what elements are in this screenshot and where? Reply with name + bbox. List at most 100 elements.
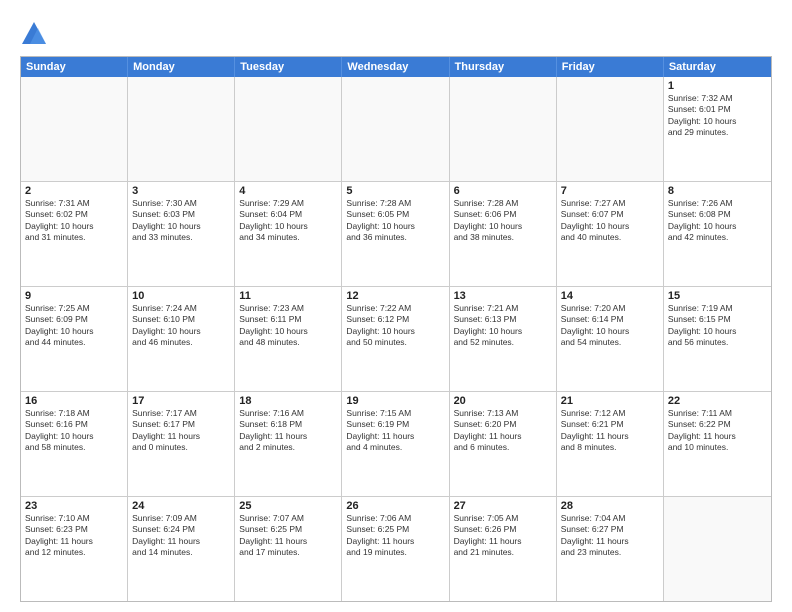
day-number: 23 [25,500,123,512]
day-info: Sunrise: 7:20 AM Sunset: 6:14 PM Dayligh… [561,303,659,349]
day-number: 20 [454,395,552,407]
day-info: Sunrise: 7:17 AM Sunset: 6:17 PM Dayligh… [132,408,230,454]
day-number: 14 [561,290,659,302]
logo-icon [20,20,48,48]
day-info: Sunrise: 7:32 AM Sunset: 6:01 PM Dayligh… [668,93,767,139]
day-info: Sunrise: 7:18 AM Sunset: 6:16 PM Dayligh… [25,408,123,454]
day-cell-6: 6Sunrise: 7:28 AM Sunset: 6:06 PM Daylig… [450,182,557,286]
day-number: 8 [668,185,767,197]
day-cell-10: 10Sunrise: 7:24 AM Sunset: 6:10 PM Dayli… [128,287,235,391]
day-cell-11: 11Sunrise: 7:23 AM Sunset: 6:11 PM Dayli… [235,287,342,391]
day-info: Sunrise: 7:15 AM Sunset: 6:19 PM Dayligh… [346,408,444,454]
day-info: Sunrise: 7:28 AM Sunset: 6:05 PM Dayligh… [346,198,444,244]
day-number: 15 [668,290,767,302]
day-number: 2 [25,185,123,197]
day-cell-25: 25Sunrise: 7:07 AM Sunset: 6:25 PM Dayli… [235,497,342,601]
header-cell-saturday: Saturday [664,57,771,77]
day-info: Sunrise: 7:26 AM Sunset: 6:08 PM Dayligh… [668,198,767,244]
calendar-body: 1Sunrise: 7:32 AM Sunset: 6:01 PM Daylig… [21,77,771,601]
header-cell-sunday: Sunday [21,57,128,77]
day-number: 21 [561,395,659,407]
day-cell-23: 23Sunrise: 7:10 AM Sunset: 6:23 PM Dayli… [21,497,128,601]
day-cell-26: 26Sunrise: 7:06 AM Sunset: 6:25 PM Dayli… [342,497,449,601]
day-number: 9 [25,290,123,302]
day-cell-17: 17Sunrise: 7:17 AM Sunset: 6:17 PM Dayli… [128,392,235,496]
day-info: Sunrise: 7:23 AM Sunset: 6:11 PM Dayligh… [239,303,337,349]
day-info: Sunrise: 7:13 AM Sunset: 6:20 PM Dayligh… [454,408,552,454]
day-number: 24 [132,500,230,512]
day-number: 11 [239,290,337,302]
header-cell-monday: Monday [128,57,235,77]
day-cell-3: 3Sunrise: 7:30 AM Sunset: 6:03 PM Daylig… [128,182,235,286]
day-number: 25 [239,500,337,512]
day-cell-19: 19Sunrise: 7:15 AM Sunset: 6:19 PM Dayli… [342,392,449,496]
day-info: Sunrise: 7:29 AM Sunset: 6:04 PM Dayligh… [239,198,337,244]
day-info: Sunrise: 7:19 AM Sunset: 6:15 PM Dayligh… [668,303,767,349]
day-cell-24: 24Sunrise: 7:09 AM Sunset: 6:24 PM Dayli… [128,497,235,601]
day-cell-1: 1Sunrise: 7:32 AM Sunset: 6:01 PM Daylig… [664,77,771,181]
day-cell-15: 15Sunrise: 7:19 AM Sunset: 6:15 PM Dayli… [664,287,771,391]
day-cell-8: 8Sunrise: 7:26 AM Sunset: 6:08 PM Daylig… [664,182,771,286]
day-number: 3 [132,185,230,197]
day-info: Sunrise: 7:22 AM Sunset: 6:12 PM Dayligh… [346,303,444,349]
day-number: 5 [346,185,444,197]
day-info: Sunrise: 7:16 AM Sunset: 6:18 PM Dayligh… [239,408,337,454]
calendar-header-row: SundayMondayTuesdayWednesdayThursdayFrid… [21,57,771,77]
day-info: Sunrise: 7:31 AM Sunset: 6:02 PM Dayligh… [25,198,123,244]
day-info: Sunrise: 7:30 AM Sunset: 6:03 PM Dayligh… [132,198,230,244]
day-info: Sunrise: 7:07 AM Sunset: 6:25 PM Dayligh… [239,513,337,559]
day-info: Sunrise: 7:25 AM Sunset: 6:09 PM Dayligh… [25,303,123,349]
day-cell-empty-0-0 [21,77,128,181]
day-info: Sunrise: 7:21 AM Sunset: 6:13 PM Dayligh… [454,303,552,349]
day-number: 17 [132,395,230,407]
day-number: 1 [668,80,767,92]
day-number: 26 [346,500,444,512]
day-number: 16 [25,395,123,407]
calendar: SundayMondayTuesdayWednesdayThursdayFrid… [20,56,772,602]
day-cell-22: 22Sunrise: 7:11 AM Sunset: 6:22 PM Dayli… [664,392,771,496]
logo [20,20,52,48]
header [20,16,772,48]
day-info: Sunrise: 7:11 AM Sunset: 6:22 PM Dayligh… [668,408,767,454]
day-cell-16: 16Sunrise: 7:18 AM Sunset: 6:16 PM Dayli… [21,392,128,496]
day-number: 7 [561,185,659,197]
day-cell-9: 9Sunrise: 7:25 AM Sunset: 6:09 PM Daylig… [21,287,128,391]
header-cell-thursday: Thursday [450,57,557,77]
day-number: 28 [561,500,659,512]
day-cell-14: 14Sunrise: 7:20 AM Sunset: 6:14 PM Dayli… [557,287,664,391]
day-info: Sunrise: 7:09 AM Sunset: 6:24 PM Dayligh… [132,513,230,559]
day-cell-13: 13Sunrise: 7:21 AM Sunset: 6:13 PM Dayli… [450,287,557,391]
day-cell-2: 2Sunrise: 7:31 AM Sunset: 6:02 PM Daylig… [21,182,128,286]
day-cell-18: 18Sunrise: 7:16 AM Sunset: 6:18 PM Dayli… [235,392,342,496]
day-cell-empty-0-5 [557,77,664,181]
header-cell-friday: Friday [557,57,664,77]
day-cell-20: 20Sunrise: 7:13 AM Sunset: 6:20 PM Dayli… [450,392,557,496]
day-cell-28: 28Sunrise: 7:04 AM Sunset: 6:27 PM Dayli… [557,497,664,601]
day-number: 12 [346,290,444,302]
day-info: Sunrise: 7:06 AM Sunset: 6:25 PM Dayligh… [346,513,444,559]
calendar-week-5: 23Sunrise: 7:10 AM Sunset: 6:23 PM Dayli… [21,496,771,601]
day-cell-27: 27Sunrise: 7:05 AM Sunset: 6:26 PM Dayli… [450,497,557,601]
calendar-week-4: 16Sunrise: 7:18 AM Sunset: 6:16 PM Dayli… [21,391,771,496]
day-number: 10 [132,290,230,302]
day-number: 13 [454,290,552,302]
day-cell-21: 21Sunrise: 7:12 AM Sunset: 6:21 PM Dayli… [557,392,664,496]
day-info: Sunrise: 7:05 AM Sunset: 6:26 PM Dayligh… [454,513,552,559]
day-number: 19 [346,395,444,407]
calendar-week-3: 9Sunrise: 7:25 AM Sunset: 6:09 PM Daylig… [21,286,771,391]
day-info: Sunrise: 7:12 AM Sunset: 6:21 PM Dayligh… [561,408,659,454]
day-cell-empty-0-2 [235,77,342,181]
day-info: Sunrise: 7:24 AM Sunset: 6:10 PM Dayligh… [132,303,230,349]
day-info: Sunrise: 7:04 AM Sunset: 6:27 PM Dayligh… [561,513,659,559]
day-cell-empty-0-3 [342,77,449,181]
day-number: 27 [454,500,552,512]
day-cell-12: 12Sunrise: 7:22 AM Sunset: 6:12 PM Dayli… [342,287,449,391]
day-cell-5: 5Sunrise: 7:28 AM Sunset: 6:05 PM Daylig… [342,182,449,286]
calendar-week-2: 2Sunrise: 7:31 AM Sunset: 6:02 PM Daylig… [21,181,771,286]
day-number: 18 [239,395,337,407]
header-cell-tuesday: Tuesday [235,57,342,77]
day-cell-7: 7Sunrise: 7:27 AM Sunset: 6:07 PM Daylig… [557,182,664,286]
day-info: Sunrise: 7:10 AM Sunset: 6:23 PM Dayligh… [25,513,123,559]
day-cell-empty-0-4 [450,77,557,181]
day-number: 22 [668,395,767,407]
